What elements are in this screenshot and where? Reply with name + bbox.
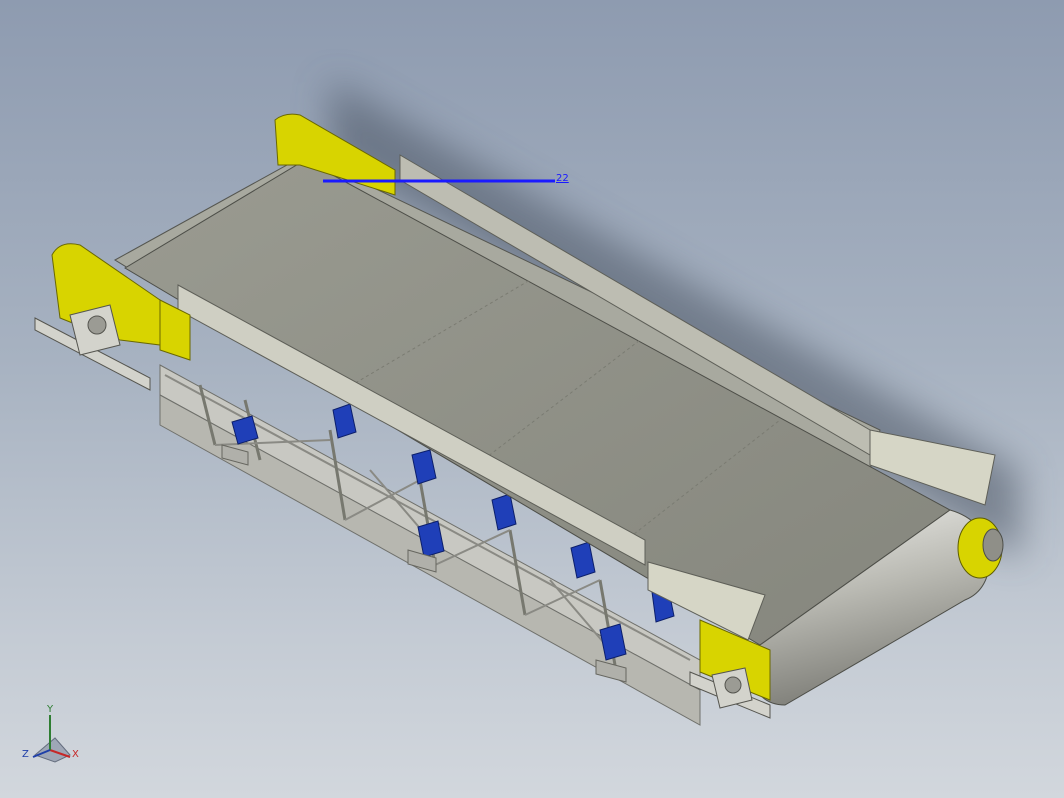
conveyor-model[interactable]	[0, 0, 1064, 798]
triad-x-label: X	[72, 749, 79, 760]
triad-z-label: Z	[22, 749, 29, 760]
cad-viewport[interactable]: 22 X Y Z	[0, 0, 1064, 798]
view-triad	[32, 715, 71, 763]
dimension-value[interactable]: 22	[556, 173, 569, 184]
triad-y-label: Y	[47, 704, 54, 715]
